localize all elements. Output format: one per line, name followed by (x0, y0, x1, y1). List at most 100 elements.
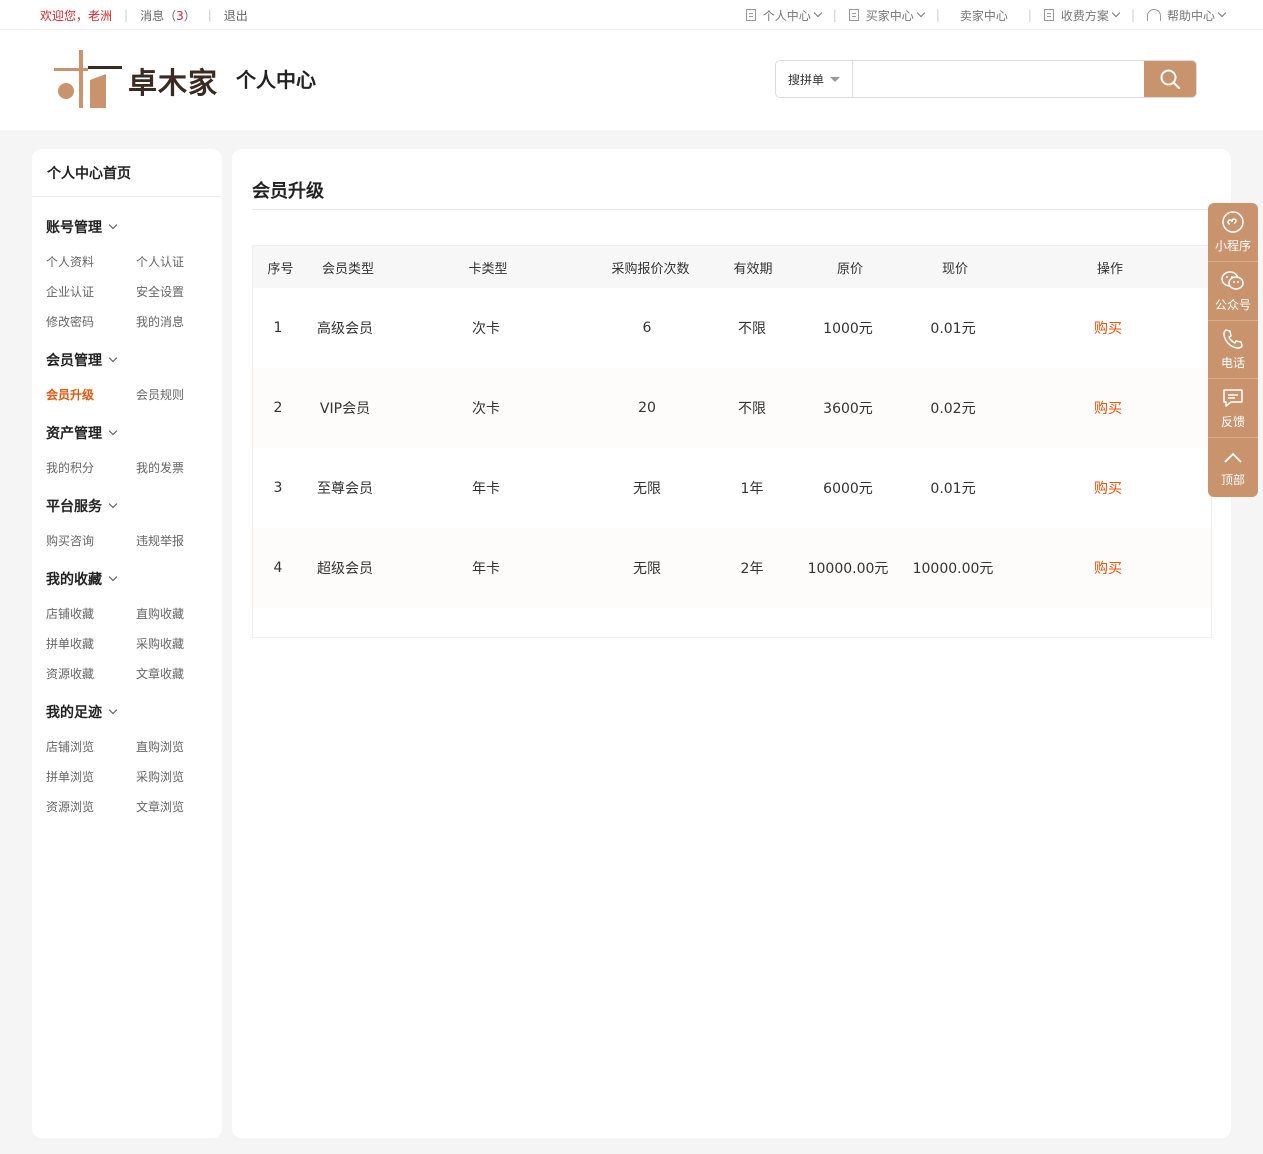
title-divider (252, 209, 1211, 210)
buy-button[interactable]: 购买 (1068, 528, 1148, 608)
row-current-price: 0.02元 (930, 401, 976, 417)
buy-button[interactable]: 购买 (1068, 448, 1148, 528)
header: 卓木家 个人中心 搜拼单 (0, 30, 1263, 130)
row-index: 1 (273, 320, 283, 336)
document-icon (745, 9, 756, 21)
sidebar-section-title[interactable]: 我的足迹 (46, 702, 222, 722)
buy-button[interactable]: 购买 (1068, 368, 1148, 448)
row-card-type: 次卡 (472, 321, 500, 337)
sidebar-section-assets: 资产管理 我的积分 我的发票 (32, 423, 222, 482)
row-card-type: 次卡 (472, 401, 500, 417)
sidebar-item[interactable]: 店铺浏览 (46, 731, 136, 761)
section-title-text: 平台服务 (46, 499, 102, 515)
row-validity: 不限 (738, 401, 766, 417)
sidebar-item[interactable]: 违规举报 (136, 525, 226, 555)
wechat-button[interactable]: 公众号 (1208, 262, 1258, 321)
feedback-button[interactable]: 反馈 (1208, 379, 1258, 439)
sidebar-items: 购买咨询 违规举报 (46, 525, 222, 555)
back-to-top-button[interactable]: 顶部 (1208, 438, 1258, 497)
sidebar-section-title[interactable]: 平台服务 (46, 496, 222, 516)
divider: | (832, 8, 837, 22)
chevron-up-icon (1224, 452, 1242, 463)
logout-link[interactable]: 退出 (224, 7, 248, 24)
search-type-select[interactable]: 搜拼单 (776, 61, 853, 97)
welcome-text: 欢迎您，老洲 (40, 8, 113, 23)
row-validity: 2年 (740, 561, 764, 577)
sidebar-items: 店铺收藏 直购收藏 拼单收藏 采购收藏 资源收藏 文章收藏 (46, 598, 222, 688)
tool-label: 电话 (1220, 356, 1245, 371)
sidebar-item[interactable]: 修改密码 (46, 306, 136, 336)
headset-icon (1146, 9, 1161, 21)
row-member-type: 超级会员 (317, 561, 373, 577)
caret-down-icon (830, 76, 840, 82)
sidebar-section-account: 账号管理 个人资料 个人认证 企业认证 安全设置 修改密码 我的消息 (32, 217, 222, 336)
search-icon (1160, 69, 1180, 89)
sidebar-section-title[interactable]: 会员管理 (46, 350, 222, 370)
sidebar-item[interactable]: 采购浏览 (136, 761, 226, 791)
sidebar-item[interactable]: 采购收藏 (136, 628, 226, 658)
sidebar-item[interactable]: 我的积分 (46, 452, 136, 482)
brand-logo-icon[interactable] (54, 50, 124, 112)
buyer-center-menu[interactable]: 买家中心 (848, 7, 926, 24)
sidebar-item-active[interactable]: 会员升级 (46, 379, 136, 409)
sidebar-item[interactable]: 企业认证 (46, 276, 136, 306)
search-input[interactable] (853, 61, 1144, 97)
row-quote-count: 无限 (633, 561, 661, 577)
col-member-type: 会员类型 (321, 261, 374, 277)
seller-center-link[interactable]: 卖家中心 (960, 7, 1008, 24)
row-quote-count: 20 (638, 400, 656, 416)
chevron-down-icon (108, 426, 118, 436)
brand-name: 卓木家 (128, 66, 219, 100)
row-card-type: 年卡 (472, 481, 500, 497)
buy-button[interactable]: 购买 (1068, 288, 1148, 368)
sidebar-item[interactable]: 文章收藏 (136, 658, 226, 688)
row-current-price: 10000.00元 (912, 561, 994, 577)
pricing-menu[interactable]: 收费方案 (1043, 7, 1121, 24)
sidebar-item[interactable]: 店铺收藏 (46, 598, 136, 628)
sidebar-item[interactable]: 直购收藏 (136, 598, 226, 628)
sidebar-item[interactable]: 文章浏览 (136, 791, 226, 821)
help-center-menu[interactable]: 帮助中心 (1146, 7, 1227, 24)
row-member-type: 高级会员 (317, 321, 373, 337)
sidebar-section-title[interactable]: 我的收藏 (46, 569, 222, 589)
sidebar-item[interactable]: 我的发票 (136, 452, 226, 482)
table-row: 2 VIP会员 次卡 20 不限 3600元 0.02元 购买 (253, 368, 1211, 448)
row-index: 4 (273, 560, 283, 576)
sidebar-item[interactable]: 资源浏览 (46, 791, 136, 821)
col-index: 序号 (267, 261, 294, 277)
row-original-price: 3600元 (823, 401, 873, 417)
sidebar-section-title[interactable]: 账号管理 (46, 217, 222, 237)
sidebar-item[interactable]: 资源收藏 (46, 658, 136, 688)
search-type-label: 搜拼单 (787, 72, 824, 87)
menu-label: 帮助中心 (1166, 8, 1215, 23)
sidebar-item[interactable]: 我的消息 (136, 306, 226, 336)
sidebar-item[interactable]: 个人资料 (46, 246, 136, 276)
divider: | (207, 8, 212, 22)
table-header: 序号 会员类型 卡类型 采购报价次数 有效期 原价 现价 操作 (253, 246, 1211, 288)
sidebar-home-link[interactable]: 个人中心首页 (32, 149, 222, 197)
sidebar-item[interactable]: 购买咨询 (46, 525, 136, 555)
messages-link[interactable]: 消息（3） (140, 7, 196, 24)
personal-center-menu[interactable]: 个人中心 (745, 7, 822, 24)
chevron-down-icon (1217, 8, 1227, 18)
row-quote-count: 无限 (633, 481, 661, 497)
sidebar-item[interactable]: 拼单收藏 (46, 628, 136, 658)
sidebar-item[interactable]: 直购浏览 (136, 731, 226, 761)
col-current-price: 现价 (941, 261, 968, 277)
sidebar-section-title[interactable]: 资产管理 (46, 423, 222, 443)
sidebar-items: 店铺浏览 直购浏览 拼单浏览 采购浏览 资源浏览 文章浏览 (46, 731, 222, 821)
mini-program-button[interactable]: 小程序 (1208, 203, 1258, 262)
chevron-down-icon (1111, 8, 1121, 18)
chevron-down-icon (108, 220, 118, 230)
search-button[interactable] (1144, 61, 1196, 97)
row-card-type: 年卡 (472, 561, 500, 577)
sidebar-item[interactable]: 拼单浏览 (46, 761, 136, 791)
sidebar-item[interactable]: 个人认证 (136, 246, 226, 276)
sidebar-item[interactable]: 会员规则 (136, 379, 226, 409)
table-row: 3 至尊会员 年卡 无限 1年 6000元 0.01元 购买 (253, 448, 1211, 528)
phone-button[interactable]: 电话 (1208, 321, 1258, 380)
sidebar-items: 会员升级 会员规则 (46, 379, 222, 409)
divider: | (1027, 8, 1032, 22)
sidebar-item[interactable]: 安全设置 (136, 276, 226, 306)
sidebar-section-history: 我的足迹 店铺浏览 直购浏览 拼单浏览 采购浏览 资源浏览 文章浏览 (32, 702, 222, 821)
